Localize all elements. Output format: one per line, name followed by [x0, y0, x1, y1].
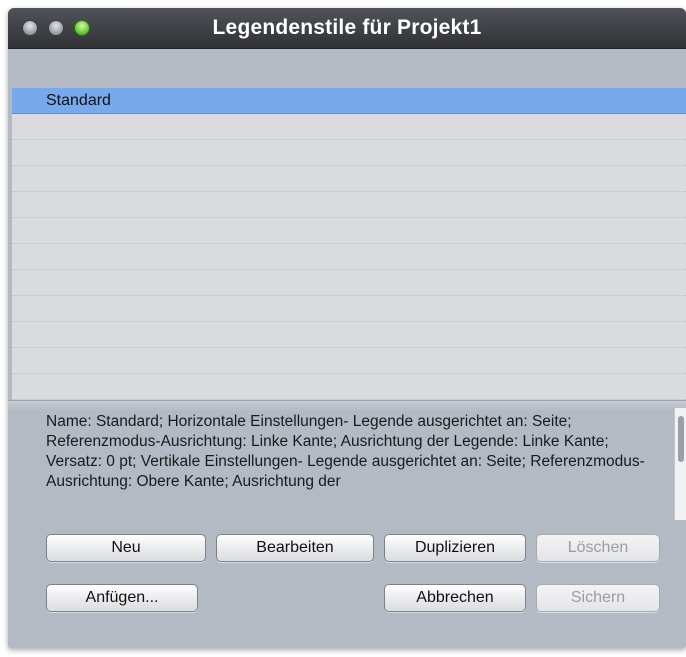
- list-item-label: Standard: [46, 92, 111, 109]
- empty-list-row: [12, 166, 686, 192]
- duplicate-button[interactable]: Duplizieren: [384, 534, 526, 562]
- empty-list-row: [12, 218, 686, 244]
- empty-list-row: [12, 374, 686, 400]
- style-description-text: Name: Standard; Horizontale Einstellunge…: [46, 413, 645, 490]
- legend-styles-dialog: Legendenstile für Projekt1 Standard Name…: [8, 8, 686, 648]
- empty-list-row: [12, 192, 686, 218]
- empty-list-row: [12, 348, 686, 374]
- list-divider: [8, 400, 686, 411]
- scrollbar-thumb[interactable]: [678, 416, 684, 462]
- empty-list-row: [12, 114, 686, 140]
- legend-styles-list[interactable]: Standard: [12, 88, 686, 400]
- empty-list-row: [12, 296, 686, 322]
- empty-list-row: [12, 244, 686, 270]
- description-scrollbar[interactable]: [674, 408, 686, 520]
- save-button[interactable]: Sichern: [536, 584, 660, 612]
- title-bar[interactable]: Legendenstile für Projekt1: [8, 8, 686, 49]
- empty-list-row: [12, 140, 686, 166]
- empty-list-row: [12, 270, 686, 296]
- new-button[interactable]: Neu: [46, 534, 206, 562]
- cancel-button[interactable]: Abbrechen: [384, 584, 526, 612]
- empty-list-row: [12, 322, 686, 348]
- edit-button[interactable]: Bearbeiten: [216, 534, 374, 562]
- window-title: Legendenstile für Projekt1: [212, 16, 482, 39]
- list-item-standard[interactable]: Standard: [12, 88, 686, 114]
- delete-button[interactable]: Löschen: [536, 534, 660, 562]
- append-button[interactable]: Anfügen...: [46, 584, 198, 612]
